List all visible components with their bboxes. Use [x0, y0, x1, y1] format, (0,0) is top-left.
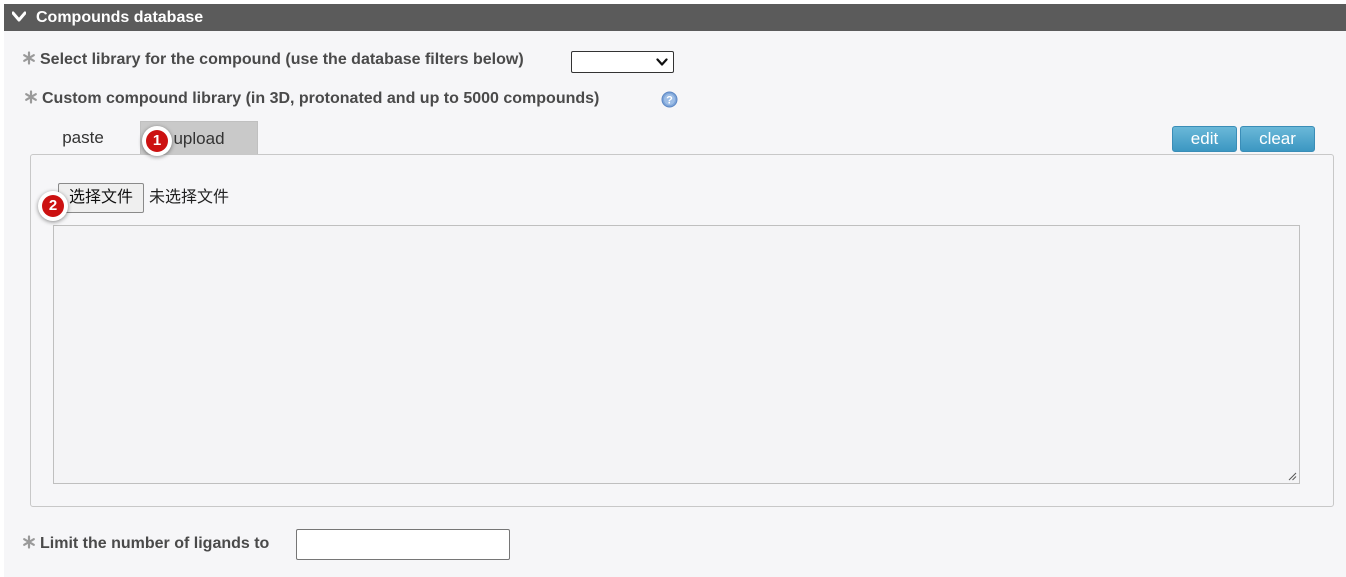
help-icon[interactable]: ? [661, 91, 678, 108]
no-file-chosen-text: 未选择文件 [149, 189, 230, 206]
step-marker-2: 2 [38, 191, 68, 221]
compounds-database-panel: Compounds database Select library for th… [4, 4, 1346, 577]
library-select[interactable] [571, 51, 674, 73]
panel-header[interactable]: Compounds database [4, 4, 1346, 31]
tab-paste[interactable]: paste [44, 121, 122, 155]
asterisk-icon [25, 90, 37, 104]
limit-ligands-row: Limit the number of ligands to [22, 535, 269, 553]
step-marker-2-number: 2 [42, 195, 64, 217]
select-library-row: Select library for the compound (use the… [22, 51, 524, 69]
step-marker-1-number: 1 [146, 130, 168, 152]
limit-ligands-label: Limit the number of ligands to [40, 535, 270, 552]
limit-ligands-input[interactable] [296, 529, 510, 560]
panel-title: Compounds database [36, 9, 204, 26]
asterisk-icon [23, 51, 35, 65]
resize-grip-icon[interactable] [1287, 471, 1297, 481]
step-marker-1: 1 [142, 126, 172, 156]
asterisk-icon [23, 535, 35, 549]
select-library-label: Select library for the compound (use the… [40, 51, 524, 68]
custom-library-label: Custom compound library (in 3D, protonat… [42, 90, 600, 107]
edit-button[interactable]: edit [1172, 126, 1237, 152]
clear-button[interactable]: clear [1240, 126, 1315, 152]
chevron-down-icon [656, 58, 668, 66]
chevron-down-icon[interactable] [12, 11, 26, 23]
svg-text:?: ? [666, 95, 673, 107]
compound-content-textarea[interactable] [53, 225, 1300, 484]
custom-library-row: Custom compound library (in 3D, protonat… [24, 90, 599, 108]
choose-file-button[interactable]: 选择文件 [58, 183, 144, 213]
